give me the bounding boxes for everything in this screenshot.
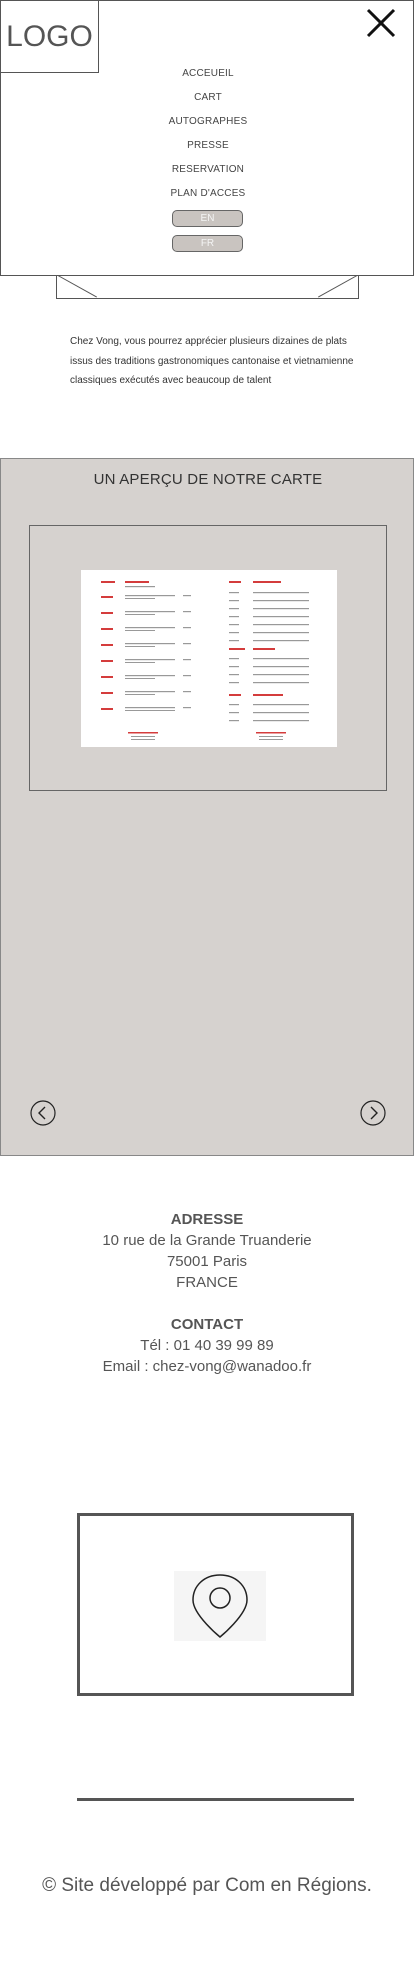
nav-item-cart[interactable]: CART bbox=[1, 89, 414, 113]
nav-item-autographes[interactable]: AUTOGRAPHES bbox=[1, 113, 414, 137]
address-line-2: 75001 Paris bbox=[166, 1253, 248, 1270]
main-nav: ACCEUEIL CART AUTOGRAPHES PRESSE RESERVA… bbox=[1, 65, 414, 209]
carte-section: UN APERÇU DE NOTRE CARTE bbox=[0, 458, 414, 1156]
map-pin-icon bbox=[174, 1571, 266, 1641]
nav-item-presse[interactable]: PRESSE bbox=[1, 137, 414, 161]
address-line-1: 10 rue de la Grande Truanderie bbox=[102, 1232, 312, 1249]
divider bbox=[77, 1798, 354, 1801]
chevron-right-icon[interactable] bbox=[360, 1100, 386, 1126]
menu-panel: LOGO ACCEUEIL CART AUTOGRAPHES PRESSE RE… bbox=[0, 0, 414, 276]
address-heading: ADRESSE bbox=[170, 1211, 244, 1228]
lang-en-button[interactable]: EN bbox=[172, 210, 243, 227]
intro-text: Chez Vong, vous pourrez apprécier plusie… bbox=[70, 336, 354, 386]
address-line-3: FRANCE bbox=[176, 1274, 238, 1291]
contact-spacer bbox=[0, 1293, 414, 1314]
carte-carousel-frame bbox=[29, 525, 387, 791]
lang-fr-button[interactable]: FR bbox=[172, 235, 243, 252]
contact-block: ADRESSE 10 rue de la Grande Truanderie 7… bbox=[0, 1209, 414, 1377]
contact-heading: CONTACT bbox=[170, 1316, 244, 1333]
footer-credit: © Site développé par Com en Régions. bbox=[42, 1875, 372, 1896]
email-address[interactable]: Email : chez-vong@wanadoo.fr bbox=[0, 1356, 414, 1377]
nav-item-accueil[interactable]: ACCEUEIL bbox=[1, 65, 414, 89]
phone-number[interactable]: Tél : 01 40 39 99 89 bbox=[0, 1335, 414, 1356]
nav-item-plan-acces[interactable]: PLAN D'ACCES bbox=[1, 185, 414, 209]
hero-image-placeholder bbox=[56, 275, 359, 299]
map-placeholder[interactable] bbox=[77, 1513, 354, 1696]
nav-item-reservation[interactable]: RESERVATION bbox=[1, 161, 414, 185]
chevron-left-icon[interactable] bbox=[30, 1100, 56, 1126]
carte-title: UN APERÇU DE NOTRE CARTE bbox=[93, 471, 323, 488]
logo[interactable]: LOGO bbox=[1, 1, 99, 73]
close-icon[interactable] bbox=[363, 5, 399, 41]
menu-preview-image[interactable] bbox=[81, 570, 337, 747]
